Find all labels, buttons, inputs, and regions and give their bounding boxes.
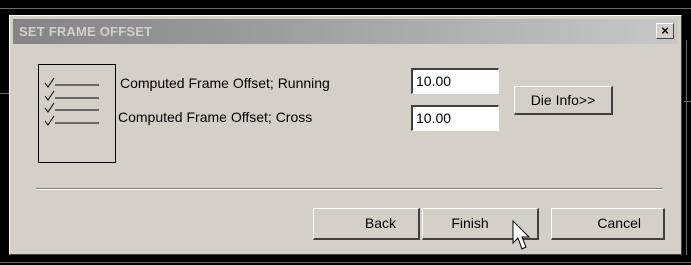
background-grid-line — [686, 40, 687, 255]
cross-offset-label: Computed Frame Offset; Cross — [118, 109, 313, 125]
close-button[interactable]: × — [656, 23, 674, 39]
background-grid-line — [0, 93, 9, 94]
background-grid-line — [0, 8, 691, 9]
separator-highlight — [36, 189, 663, 190]
die-info-button[interactable]: Die Info>> — [514, 86, 613, 115]
dialog-title: SET FRAME OFFSET — [19, 24, 153, 39]
set-frame-offset-dialog: SET FRAME OFFSET × Computed Frame Offset… — [9, 15, 682, 255]
back-button[interactable]: Back — [313, 208, 420, 240]
cross-offset-input[interactable]: 10.00 — [411, 105, 499, 131]
cancel-button[interactable]: Cancel — [551, 208, 665, 240]
checklist-icon — [38, 64, 116, 163]
background-grid-line — [0, 262, 691, 263]
running-offset-label: Computed Frame Offset; Running — [120, 75, 330, 91]
mouse-pointer-icon — [512, 220, 531, 250]
running-offset-input[interactable]: 10.00 — [411, 68, 499, 94]
close-icon: × — [661, 23, 669, 38]
title-bar[interactable]: SET FRAME OFFSET × — [13, 19, 678, 44]
